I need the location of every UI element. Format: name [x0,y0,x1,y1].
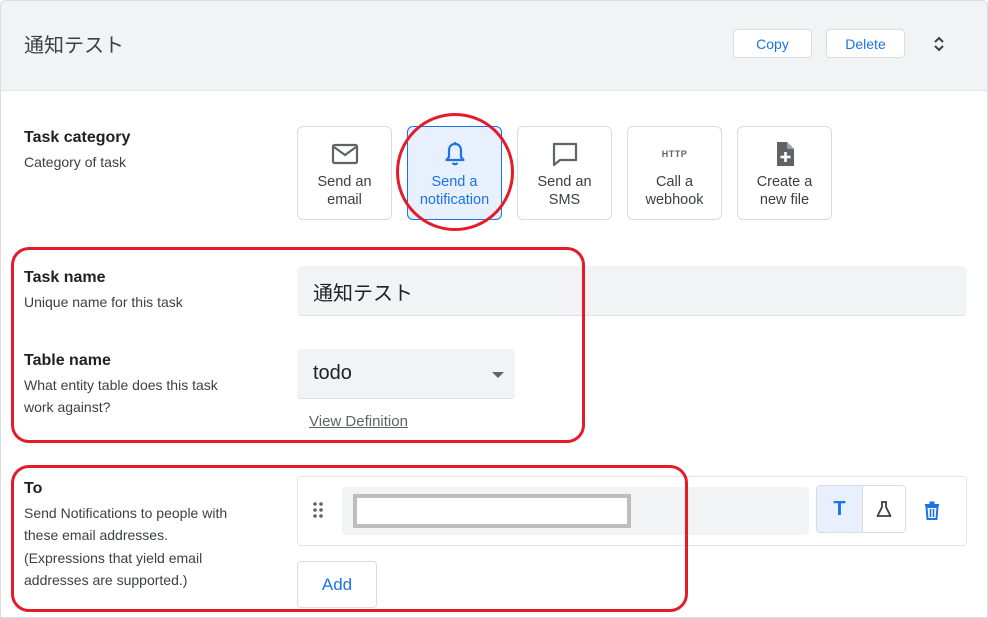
category-call-webhook[interactable]: HTTP Call a webhook [627,126,722,220]
category-label-line1: Send a [431,174,478,190]
flask-icon [876,501,892,517]
category-label-line2: notification [419,192,490,208]
to-description-line1: Send Notifications to people with [24,505,228,521]
category-label-line2: webhook [645,192,704,208]
text-mode-icon: T [833,497,846,520]
category-send-notification[interactable]: Send a notification [407,126,502,220]
category-label-line1: Call a [655,174,694,190]
recipient-input-wrapper [342,487,809,535]
add-recipient-button[interactable]: Add [297,561,377,608]
expression-mode-button[interactable] [862,485,906,533]
task-header: 通知テスト Copy Delete [1,1,987,91]
table-name-description-line1: What entity table does this task [24,377,218,393]
category-label-line2: email [327,192,362,208]
recipient-input[interactable] [353,494,631,528]
table-name-title: Table name [24,352,111,369]
table-name-select[interactable]: todo [297,349,515,399]
http-icon: HTTP [661,149,688,159]
category-label-line1: Send an [317,174,372,190]
task-name-description: Unique name for this task [24,294,183,310]
category-label-line1: Create a [756,174,813,190]
recipient-row: T [297,476,967,546]
task-name-input[interactable]: 通知テスト [297,266,967,316]
table-name-value: todo [313,362,352,384]
chat-icon [552,142,577,167]
category-send-sms[interactable]: Send an SMS [517,126,612,220]
task-name-title: Task name [24,269,106,286]
delete-button[interactable]: Delete [826,29,905,58]
task-category-description: Category of task [24,154,126,170]
to-description-line4: addresses are supported.) [24,572,188,588]
copy-button[interactable]: Copy [733,29,812,58]
table-name-description-line2: work against? [24,399,111,415]
to-description-line3: (Expressions that yield email [24,550,203,566]
category-send-email[interactable]: Send an email [297,126,392,220]
new-file-icon [776,142,794,166]
category-create-file[interactable]: Create a new file [737,126,832,220]
task-editor: 通知テスト Copy Delete Task category Category… [0,0,988,618]
task-title: 通知テスト [24,33,124,57]
task-category-title: Task category [24,129,131,146]
bell-icon [444,142,465,166]
view-definition-link[interactable]: View Definition [309,413,408,430]
to-title: To [24,480,43,497]
to-description-line2: these email addresses. [24,527,168,543]
dropdown-caret-icon [492,372,504,378]
text-mode-button[interactable]: T [816,485,862,533]
category-label-line2: SMS [548,192,581,208]
category-label-line1: Send an [537,174,592,190]
mail-icon [331,143,358,165]
drag-handle-icon[interactable] [312,501,324,519]
trash-icon[interactable] [924,501,940,520]
expand-collapse-icon[interactable] [929,34,949,54]
category-label-line2: new file [759,192,810,208]
task-name-value: 通知テスト [313,281,413,305]
